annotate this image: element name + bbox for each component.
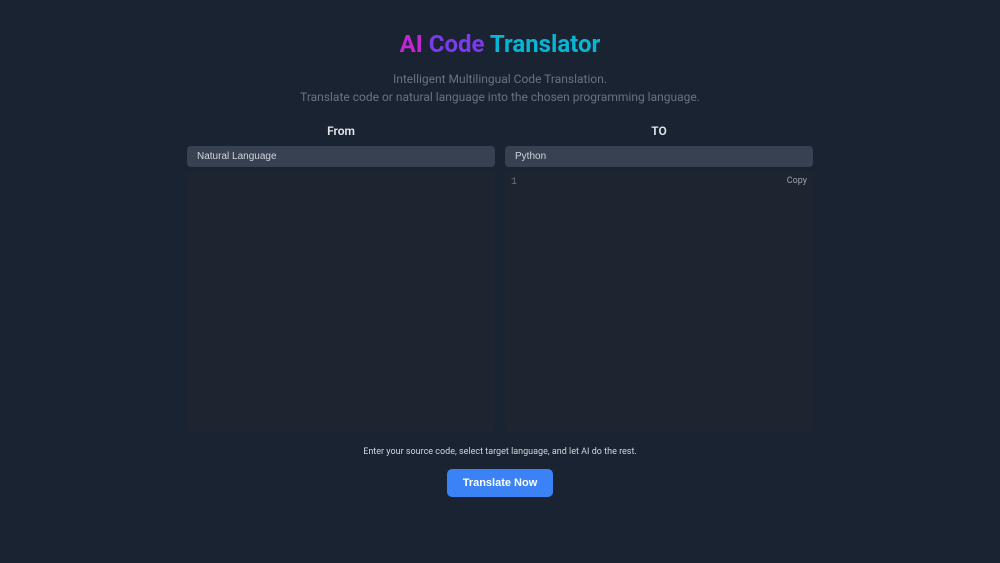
from-panel: From Natural Language (187, 124, 495, 433)
subtitle-line1: Intelligent Multilingual Code Translatio… (300, 70, 700, 88)
title-code: Code (429, 30, 485, 58)
page-title: AI Code Translator (400, 30, 601, 58)
panels-container: From Natural Language TO Python 1 Copy (187, 124, 813, 433)
to-label: TO (505, 124, 813, 138)
from-editor (187, 173, 495, 433)
title-translator: Translator (490, 30, 600, 58)
to-language-select[interactable]: Python (505, 146, 813, 167)
from-input[interactable] (193, 177, 489, 429)
from-language-select[interactable]: Natural Language (187, 146, 495, 167)
translate-button[interactable]: Translate Now (447, 469, 554, 497)
subtitle-line2: Translate code or natural language into … (300, 88, 700, 106)
subtitle: Intelligent Multilingual Code Translatio… (300, 70, 700, 106)
copy-button[interactable]: Copy (787, 176, 807, 186)
to-editor: 1 Copy (505, 173, 813, 433)
from-label: From (187, 124, 495, 138)
main-container: AI Code Translator Intelligent Multiling… (0, 0, 1000, 497)
title-ai: AI (400, 30, 423, 58)
line-number: 1 (511, 177, 517, 188)
footer-instruction: Enter your source code, select target la… (363, 447, 637, 457)
to-panel: TO Python 1 Copy (505, 124, 813, 433)
